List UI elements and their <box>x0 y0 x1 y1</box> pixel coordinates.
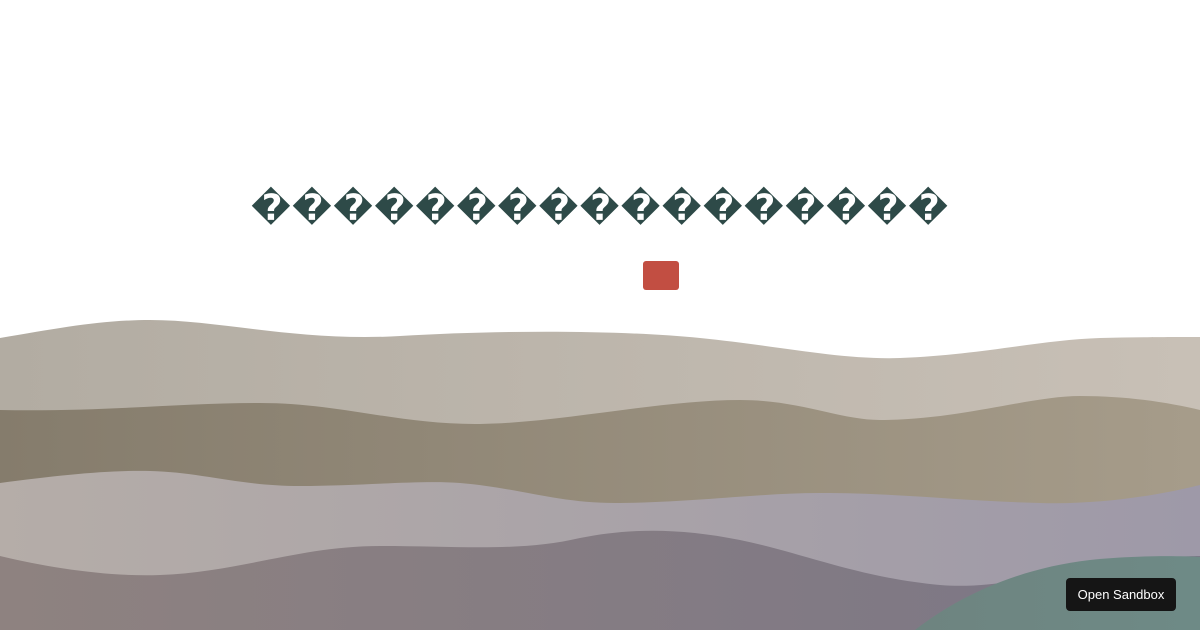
open-sandbox-button[interactable]: Open Sandbox <box>1066 578 1176 611</box>
wave-layers <box>0 320 1200 630</box>
page-title: ����������������� <box>250 188 950 229</box>
accent-block <box>643 261 679 290</box>
